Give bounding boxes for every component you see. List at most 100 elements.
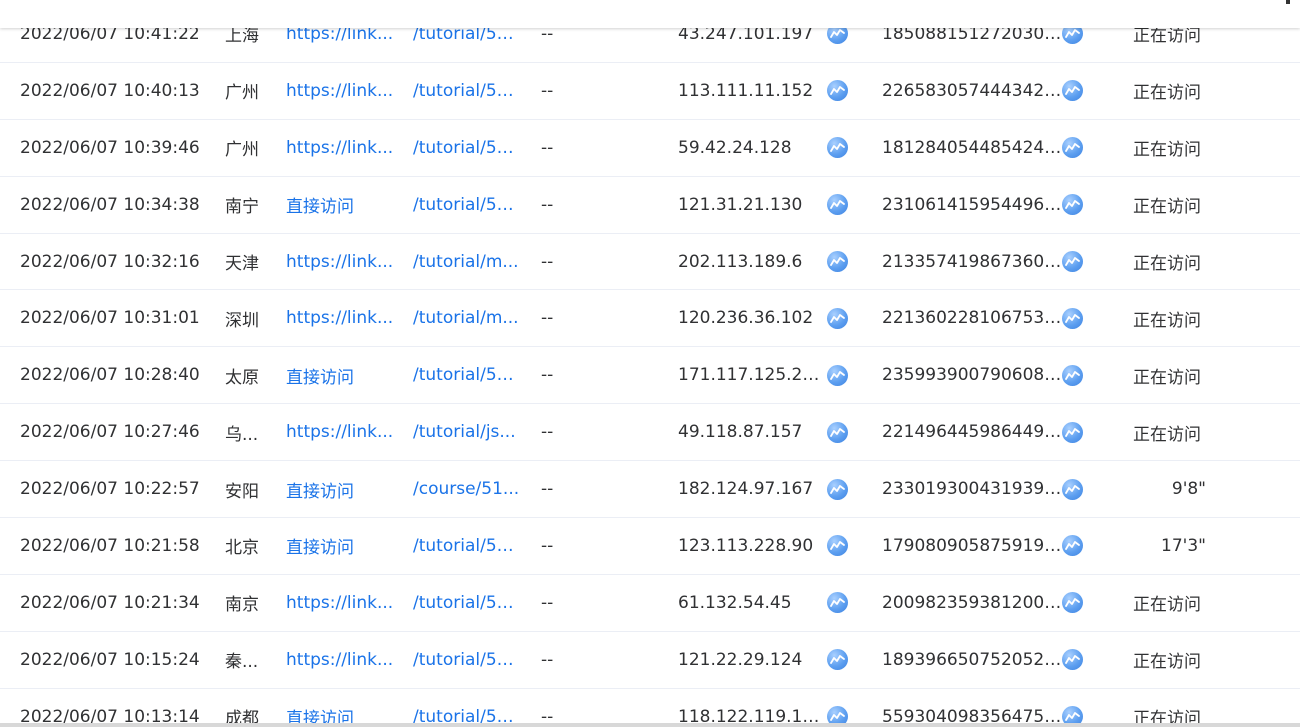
visit-page-link[interactable]: /tutorial/51...	[413, 120, 521, 176]
ip-trend-icon[interactable]	[827, 177, 849, 233]
visit-page-link[interactable]: /tutorial/js...	[413, 404, 521, 460]
visit-page-link[interactable]: /tutorial/51...	[413, 518, 521, 574]
visit-page-link[interactable]: /tutorial/51...	[413, 575, 521, 631]
visitor-trend-icon[interactable]	[1062, 290, 1084, 346]
visit-source-link[interactable]: 直接访问	[286, 518, 398, 574]
table-row[interactable]: 2022/06/07 10:13:14 成都 直接访问 /tutorial/51…	[0, 689, 1300, 727]
row-time: 2022/06/07 10:31:01	[20, 308, 200, 329]
visit-source-link[interactable]: https://link...	[286, 290, 398, 346]
visit-source-link[interactable]: https://link...	[286, 404, 398, 460]
visitor-trend-icon[interactable]	[1062, 575, 1084, 631]
row-source: https://link...	[286, 251, 394, 272]
visit-page-link[interactable]: /tutorial/51...	[413, 689, 521, 727]
table-row[interactable]: 2022/06/07 10:32:16 天津 https://link... /…	[0, 234, 1300, 291]
visit-city-cell: 南京	[225, 575, 273, 631]
visit-source-link[interactable]: https://link...	[286, 120, 398, 176]
row-visitor-id: 2009823593812001...	[882, 592, 1062, 613]
visit-page-link[interactable]: /tutorial/m...	[413, 234, 521, 290]
visitor-trend-icon[interactable]	[1062, 347, 1084, 403]
row-dash: --	[541, 479, 554, 500]
ip-trend-icon[interactable]	[827, 120, 849, 176]
visit-status-cell: 正在访问	[1133, 177, 1229, 233]
row-status: 正在访问	[1133, 254, 1201, 274]
table-row[interactable]: 2022/06/07 10:34:38 南宁 直接访问 /tutorial/50…	[0, 177, 1300, 234]
ip-trend-icon[interactable]	[827, 234, 849, 290]
visit-keyword-cell: --	[541, 120, 581, 176]
visit-status-cell: 9'8"	[1110, 461, 1206, 517]
table-row[interactable]: 2022/06/07 10:27:46 乌... https://link...…	[0, 404, 1300, 462]
row-page: /tutorial/50...	[413, 80, 521, 101]
visitor-trend-icon[interactable]	[1062, 63, 1084, 119]
ip-trend-icon[interactable]	[827, 347, 849, 403]
table-row[interactable]: 2022/06/07 10:22:57 安阳 直接访问 /course/51..…	[0, 461, 1300, 519]
row-status: 正在访问	[1133, 197, 1201, 218]
ip-trend-icon[interactable]	[827, 404, 849, 460]
row-source: 直接访问	[286, 538, 354, 559]
row-visitor-id: 2359939007906088...	[882, 365, 1062, 386]
visit-page-link[interactable]: /tutorial/50...	[413, 632, 521, 688]
visitor-ip-cell: 121.31.21.130	[678, 177, 820, 233]
row-city: 太原	[225, 367, 259, 388]
row-city: 南宁	[225, 197, 259, 218]
visit-city-cell: 北京	[225, 518, 273, 574]
ip-trend-icon[interactable]	[827, 461, 849, 517]
row-ip: 113.111.11.152	[678, 80, 814, 101]
visitor-trend-icon[interactable]	[1062, 234, 1084, 290]
ip-trend-icon[interactable]	[827, 518, 849, 574]
visitor-trend-icon[interactable]	[1062, 689, 1084, 727]
visitor-ip-cell: 120.236.36.102	[678, 290, 820, 346]
row-dash: --	[541, 251, 554, 272]
visitor-trend-icon[interactable]	[1062, 404, 1084, 460]
visitor-trend-icon[interactable]	[1062, 632, 1084, 688]
visit-source-link[interactable]: https://link...	[286, 234, 398, 290]
row-source: 直接访问	[286, 197, 354, 218]
ip-trend-icon[interactable]	[827, 632, 849, 688]
row-status: 9'8"	[1171, 479, 1206, 500]
visit-page-link[interactable]: /tutorial/50...	[413, 347, 521, 403]
row-page: /tutorial/m...	[413, 251, 519, 272]
table-row[interactable]: 2022/06/07 10:15:24 秦... https://link...…	[0, 632, 1300, 689]
visit-source-link[interactable]: https://link...	[286, 632, 398, 688]
visit-city-cell: 南宁	[225, 177, 273, 233]
visitor-id-cell: 2265830574443427...	[882, 63, 1062, 119]
visit-source-link[interactable]: 直接访问	[286, 177, 398, 233]
table-row[interactable]: 2022/06/07 10:21:34 南京 https://link... /…	[0, 575, 1300, 632]
horizontal-scrollbar[interactable]	[0, 723, 1300, 727]
visit-source-link[interactable]: https://link...	[286, 575, 398, 631]
row-status: 正在访问	[1133, 595, 1201, 616]
table-row[interactable]: 2022/06/07 10:21:58 北京 直接访问 /tutorial/51…	[0, 518, 1300, 575]
visit-page-link[interactable]: /tutorial/50...	[413, 177, 521, 233]
row-city: 天津	[225, 254, 259, 274]
visitor-trend-icon[interactable]	[1062, 177, 1084, 233]
visit-time-cell: 2022/06/07 10:21:58	[20, 518, 210, 574]
visit-source-link[interactable]: https://link...	[286, 63, 398, 119]
visit-source-link[interactable]: 直接访问	[286, 461, 398, 517]
table-row[interactable]: 2022/06/07 10:31:01 深圳 https://link... /…	[0, 290, 1300, 348]
row-city: 秦...	[225, 652, 259, 673]
row-ip: 202.113.189.6	[678, 251, 803, 272]
ip-trend-icon[interactable]	[827, 290, 849, 346]
visitor-trend-icon[interactable]	[1062, 120, 1084, 176]
ip-trend-icon[interactable]	[827, 689, 849, 727]
table-row[interactable]: 2022/06/07 10:40:13 广州 https://link... /…	[0, 63, 1300, 120]
visitor-trend-icon[interactable]	[1062, 518, 1084, 574]
row-status: 正在访问	[1133, 83, 1201, 104]
visit-page-link[interactable]: /tutorial/50...	[413, 63, 521, 119]
table-row[interactable]: 2022/06/07 10:39:46 广州 https://link... /…	[0, 120, 1300, 177]
row-page: /tutorial/50...	[413, 649, 521, 670]
ip-trend-icon[interactable]	[827, 575, 849, 631]
visit-page-link[interactable]: /tutorial/m...	[413, 290, 521, 346]
visit-page-link[interactable]: /course/51...	[413, 461, 521, 517]
visitor-ip-cell: 123.113.228.90	[678, 518, 820, 574]
row-page: /tutorial/m...	[413, 308, 519, 329]
visit-city-cell: 天津	[225, 234, 273, 290]
table-row[interactable]: 2022/06/07 10:28:40 太原 直接访问 /tutorial/50…	[0, 347, 1300, 405]
visit-keyword-cell: --	[541, 518, 581, 574]
visit-status-cell: 正在访问	[1133, 347, 1229, 403]
visit-status-cell: 正在访问	[1133, 63, 1229, 119]
visitor-trend-icon[interactable]	[1062, 461, 1084, 517]
ip-trend-icon[interactable]	[827, 63, 849, 119]
visitor-id-cell: 2133574198673604...	[882, 234, 1062, 290]
visit-source-link[interactable]: 直接访问	[286, 689, 398, 727]
visit-source-link[interactable]: 直接访问	[286, 347, 398, 403]
